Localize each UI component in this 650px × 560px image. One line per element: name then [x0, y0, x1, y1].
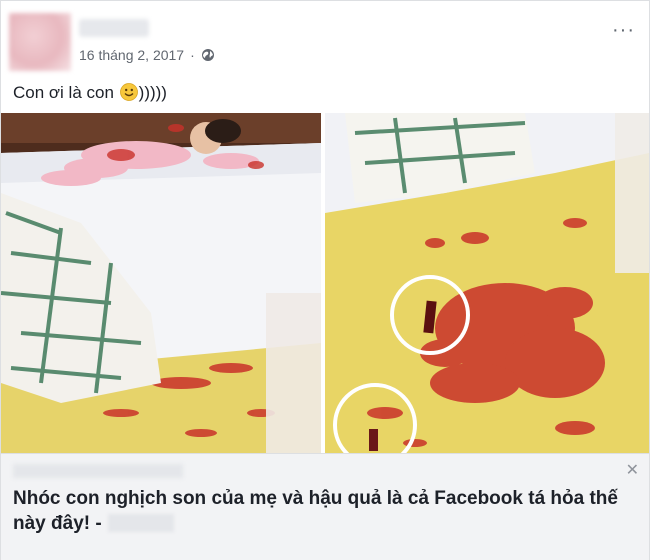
meta-separator: · — [190, 47, 195, 63]
ellipsis-icon[interactable]: ··· — [612, 19, 635, 42]
author-name-blurred[interactable] — [79, 19, 149, 37]
link-domain-blurred — [13, 464, 183, 478]
close-icon[interactable]: ✕ — [626, 460, 639, 480]
post-date[interactable]: 16 tháng 2, 2017 — [79, 47, 184, 63]
photo-grid — [1, 113, 649, 453]
globe-icon[interactable] — [201, 48, 215, 62]
link-title-text: Nhóc con nghịch son của mẹ và hậu quả là… — [13, 488, 618, 534]
smile-icon — [119, 83, 138, 101]
post-text-suffix: ))))) — [138, 83, 167, 102]
link-preview[interactable]: ✕ Nhóc con nghịch son của mẹ và hậu quả … — [1, 453, 649, 560]
post-card: 16 tháng 2, 2017 · ··· Con ơi là con )))… — [0, 0, 650, 560]
post-text: Con ơi là con ))))) — [13, 83, 167, 103]
photo-child-on-bed[interactable] — [1, 113, 321, 453]
post-text-main: Con ơi là con — [13, 83, 119, 102]
post-header: 16 tháng 2, 2017 · ··· — [9, 13, 641, 71]
photo-lipstick-on-carpet[interactable] — [325, 113, 649, 453]
post-meta: 16 tháng 2, 2017 · — [79, 47, 215, 63]
avatar[interactable] — [9, 13, 71, 71]
link-source-blurred — [107, 514, 174, 532]
link-title[interactable]: Nhóc con nghịch son của mẹ và hậu quả là… — [13, 486, 633, 536]
